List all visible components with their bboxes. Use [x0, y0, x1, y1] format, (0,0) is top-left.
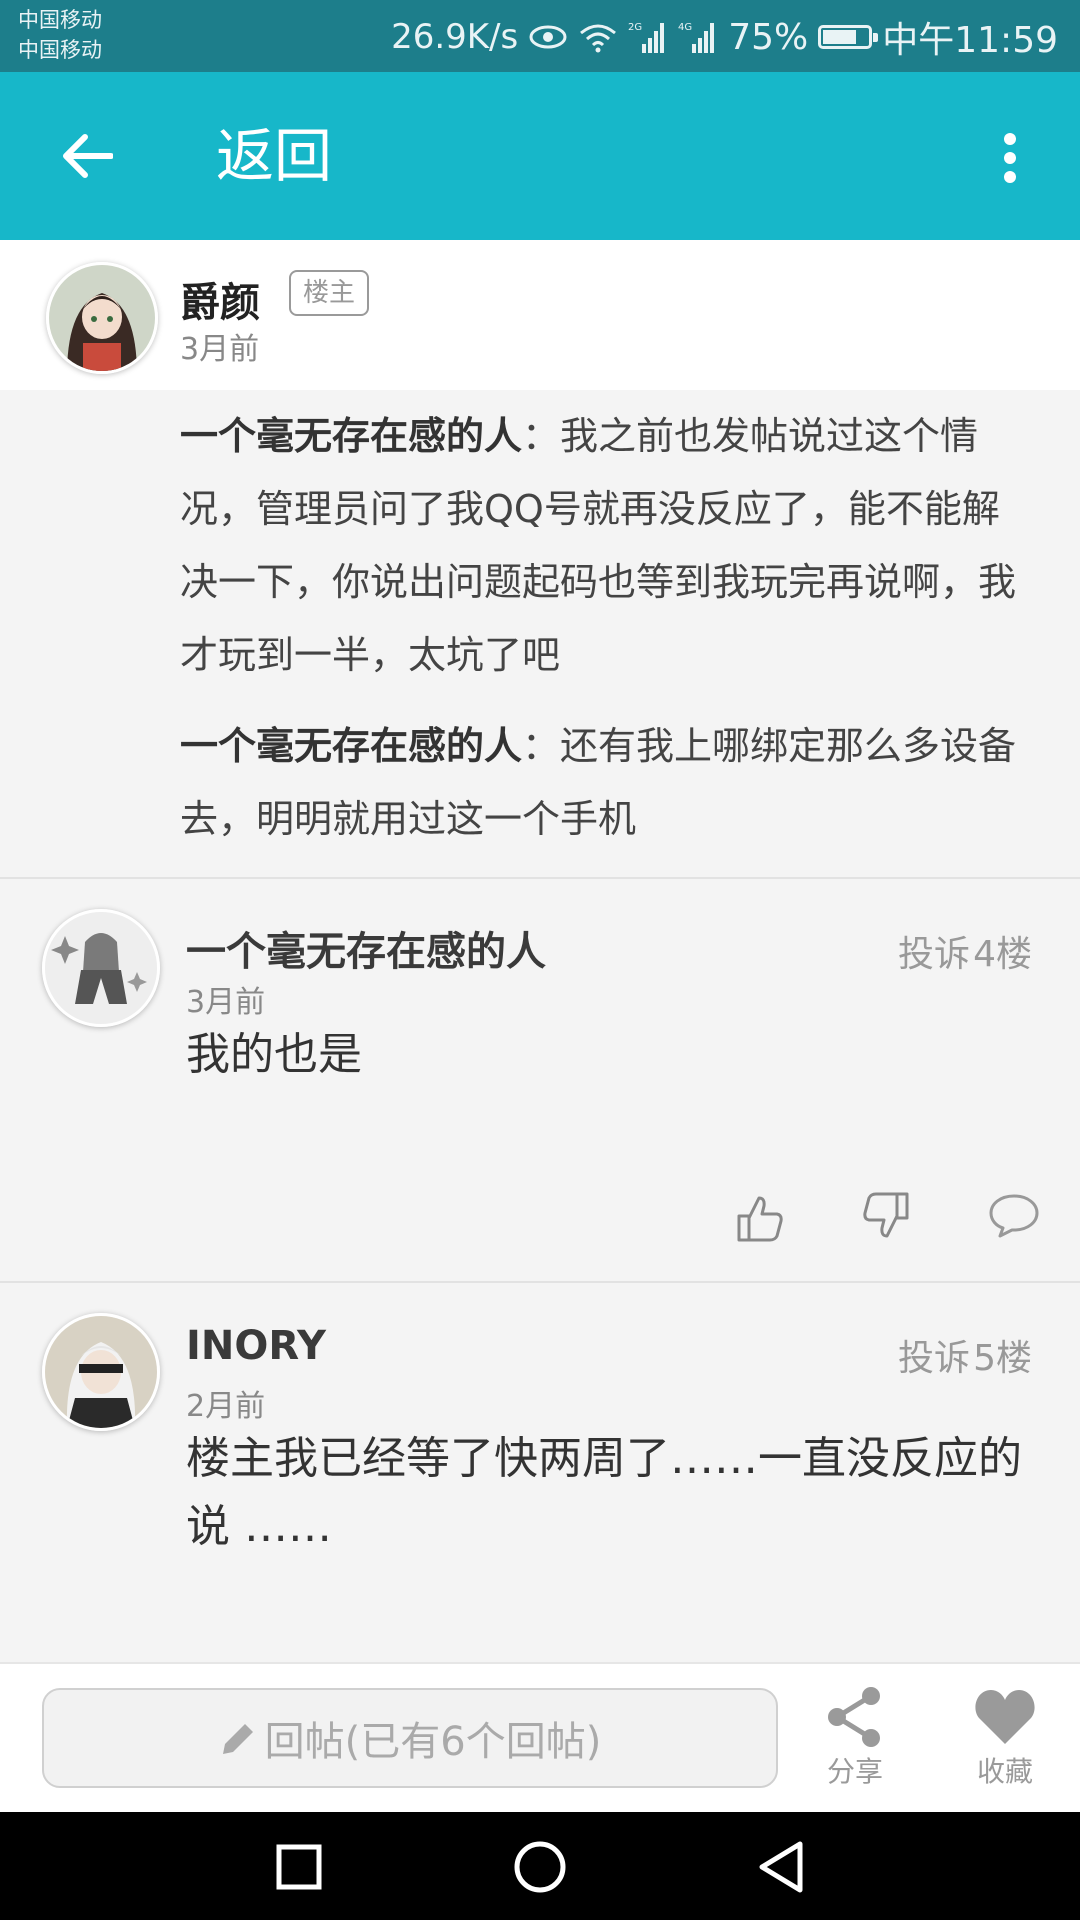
- signal-2g-icon: 2G: [628, 20, 668, 54]
- op-username[interactable]: 爵颜: [180, 270, 260, 328]
- triangle-back-icon: [759, 1841, 803, 1893]
- op-post-time: 3月前: [180, 332, 260, 367]
- back-nav-button[interactable]: [748, 1834, 814, 1900]
- comment-button[interactable]: [986, 1187, 1042, 1243]
- avatar[interactable]: [46, 262, 158, 374]
- floor-number: 5楼: [973, 1338, 1032, 1379]
- op-badge: 楼主: [289, 270, 370, 316]
- toolbar: 返回: [0, 72, 1080, 240]
- reply-placeholder: 回帖(已有6个回帖): [264, 1719, 602, 1765]
- floor-number: 4楼: [973, 934, 1032, 975]
- eye-icon: [528, 23, 568, 51]
- favorite-button[interactable]: 收藏: [960, 1686, 1050, 1790]
- reply-floor-5: INORY 2月前 投诉 5楼 楼主我已经等了快两周了……一直没反应的说 ……: [0, 1283, 1080, 1662]
- signal-4g-icon: 4G: [678, 20, 718, 54]
- quote-item: 一个毫无存在感的人：还有我上哪绑定那么多设备去，明明就用过这一个手机: [180, 710, 1030, 856]
- signal-4g-label: 4G: [678, 22, 692, 33]
- quote-item: 一个毫无存在感的人：我之前也发帖说过这个情况，管理员问了我QQ号就再没反应了，能…: [180, 400, 1030, 692]
- dislike-button[interactable]: [858, 1187, 914, 1243]
- network-speed: 26.9K/s: [391, 17, 519, 57]
- clock: 中午11:59: [882, 20, 1058, 61]
- carrier-2: 中国移动: [18, 38, 102, 62]
- quote-author[interactable]: 一个毫无存在感的人: [180, 414, 522, 458]
- avatar[interactable]: [42, 1313, 160, 1431]
- reply-floor-4: 一个毫无存在感的人 3月前 投诉 4楼 我的也是: [0, 879, 1080, 1281]
- comment-bubble-icon: [989, 1194, 1039, 1238]
- square-icon: [276, 1844, 322, 1890]
- arrow-left-icon: [63, 134, 113, 178]
- share-button[interactable]: 分享: [810, 1686, 900, 1790]
- recent-apps-button[interactable]: [266, 1834, 332, 1900]
- quote-author[interactable]: 一个毫无存在感的人: [180, 724, 522, 768]
- share-icon: [828, 1687, 880, 1747]
- navigation-bar: [0, 1812, 1080, 1920]
- circle-icon: [514, 1841, 566, 1893]
- reply-content: 我的也是: [186, 1029, 362, 1080]
- more-vert-icon: [1004, 133, 1016, 183]
- op-header: 爵颜 楼主 3月前: [0, 240, 1080, 390]
- report-button[interactable]: 投诉: [898, 1329, 970, 1381]
- home-button[interactable]: [507, 1834, 573, 1900]
- share-label: 分享: [826, 1755, 883, 1788]
- status-bar: 中国移动 中国移动 26.9K/s 2G 4G 75% 中午11:59: [0, 0, 1080, 72]
- reply-input[interactable]: 回帖(已有6个回帖): [42, 1688, 778, 1788]
- reply-time: 2月前: [186, 1389, 266, 1424]
- heart-icon: [975, 1690, 1035, 1744]
- avatar[interactable]: [42, 909, 160, 1027]
- page-title[interactable]: 返回: [216, 124, 332, 188]
- thumbs-down-icon: [863, 1192, 909, 1238]
- carrier-1: 中国移动: [18, 8, 102, 32]
- quoted-replies: 一个毫无存在感的人：我之前也发帖说过这个情况，管理员问了我QQ号就再没反应了，能…: [0, 390, 1080, 878]
- like-button[interactable]: [732, 1191, 788, 1247]
- back-button[interactable]: [52, 124, 122, 188]
- signal-2g-label: 2G: [628, 22, 642, 33]
- bottom-bar: 回帖(已有6个回帖) 分享 收藏: [0, 1662, 1080, 1812]
- pencil-icon: [222, 1724, 253, 1754]
- reply-username[interactable]: 一个毫无存在感的人: [186, 919, 546, 977]
- thumbs-up-icon: [737, 1196, 783, 1242]
- favorite-label: 收藏: [976, 1755, 1033, 1788]
- reply-time: 3月前: [186, 985, 266, 1020]
- battery-percent: 75%: [728, 16, 809, 58]
- reply-content: 楼主我已经等了快两周了……一直没反应的说 ……: [186, 1433, 1022, 1552]
- wifi-icon: [578, 21, 618, 53]
- more-options-button[interactable]: [990, 128, 1030, 188]
- battery-icon: [818, 25, 879, 49]
- reply-username[interactable]: INORY: [186, 1323, 326, 1369]
- report-button[interactable]: 投诉: [898, 925, 970, 977]
